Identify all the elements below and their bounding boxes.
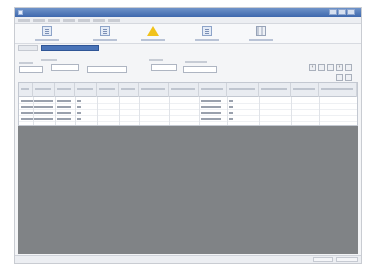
tab-previous[interactable] bbox=[18, 45, 38, 51]
column-header[interactable] bbox=[169, 83, 199, 97]
table-cell bbox=[227, 116, 259, 122]
menu-item[interactable] bbox=[108, 19, 120, 22]
column-divider bbox=[139, 97, 140, 125]
column-header[interactable] bbox=[291, 83, 319, 97]
filter-panel: ‹ › bbox=[15, 56, 361, 82]
table-cell bbox=[97, 116, 119, 122]
column-divider bbox=[119, 97, 120, 125]
table-cell bbox=[259, 116, 291, 122]
app-icon bbox=[18, 10, 23, 15]
column-header[interactable] bbox=[97, 83, 119, 97]
page-button[interactable] bbox=[318, 64, 325, 71]
column-header[interactable] bbox=[139, 83, 169, 97]
menu-item[interactable] bbox=[63, 19, 75, 22]
table-cell bbox=[319, 116, 357, 122]
column-header[interactable] bbox=[259, 83, 291, 97]
document-icon bbox=[100, 26, 110, 36]
column-header[interactable] bbox=[75, 83, 97, 97]
column-header[interactable] bbox=[227, 83, 259, 97]
table-row[interactable] bbox=[19, 116, 357, 122]
document-icon bbox=[202, 26, 212, 36]
table-cell bbox=[33, 116, 55, 122]
grid-icon bbox=[256, 26, 266, 36]
menu-item[interactable] bbox=[78, 19, 90, 22]
filter-input[interactable] bbox=[87, 66, 127, 73]
column-divider bbox=[199, 97, 200, 125]
table-cell bbox=[119, 116, 139, 122]
toolbar-button-label bbox=[89, 38, 121, 41]
toolbar-button-label bbox=[31, 38, 63, 41]
close-button[interactable] bbox=[347, 9, 355, 15]
status-cell bbox=[336, 257, 358, 262]
empty-area bbox=[18, 126, 358, 254]
title-bar[interactable] bbox=[15, 8, 361, 17]
column-divider bbox=[259, 97, 260, 125]
data-table bbox=[18, 82, 358, 126]
action-button[interactable] bbox=[345, 74, 352, 81]
toolbar-button-label bbox=[137, 38, 169, 41]
tab-selected[interactable] bbox=[41, 45, 99, 51]
filter-input[interactable] bbox=[19, 66, 43, 73]
page-button[interactable] bbox=[345, 64, 352, 71]
status-bar bbox=[15, 255, 361, 263]
minimize-button[interactable] bbox=[329, 9, 337, 15]
column-header[interactable] bbox=[119, 83, 139, 97]
column-divider bbox=[291, 97, 292, 125]
status-cell bbox=[313, 257, 333, 262]
column-divider bbox=[97, 97, 98, 125]
column-divider bbox=[319, 97, 320, 125]
table-cell bbox=[19, 116, 35, 122]
table-cell bbox=[75, 116, 97, 122]
next-button[interactable]: › bbox=[336, 64, 343, 71]
toolbar-button-3[interactable] bbox=[137, 25, 169, 43]
toolbar-button-4[interactable] bbox=[191, 25, 223, 43]
table-header bbox=[19, 83, 357, 97]
menu-item[interactable] bbox=[33, 19, 45, 22]
column-header[interactable] bbox=[319, 83, 357, 97]
date-field[interactable] bbox=[183, 66, 217, 73]
document-icon bbox=[42, 26, 52, 36]
toolbar-button-label bbox=[245, 38, 277, 41]
menu-item[interactable] bbox=[93, 19, 105, 22]
page-button[interactable] bbox=[327, 64, 334, 71]
column-header[interactable] bbox=[55, 83, 75, 97]
column-header[interactable] bbox=[33, 83, 55, 97]
toolbar-button-2[interactable] bbox=[89, 25, 121, 43]
column-divider bbox=[55, 97, 56, 125]
screen: ‹ › bbox=[0, 0, 366, 266]
toolbar-button-5[interactable] bbox=[245, 25, 277, 43]
table-cell bbox=[139, 116, 169, 122]
filter-input[interactable] bbox=[151, 64, 177, 71]
previous-button[interactable]: ‹ bbox=[309, 64, 316, 71]
table-cell bbox=[55, 116, 75, 122]
filter-input[interactable] bbox=[51, 64, 79, 71]
menu-bar bbox=[15, 17, 361, 24]
table-cell bbox=[199, 116, 227, 122]
toolbar bbox=[15, 24, 361, 44]
column-divider bbox=[75, 97, 76, 125]
warning-icon bbox=[147, 26, 159, 36]
column-header[interactable] bbox=[199, 83, 227, 97]
toolbar-button-label bbox=[191, 38, 223, 41]
maximize-button[interactable] bbox=[338, 9, 346, 15]
action-button[interactable] bbox=[336, 74, 343, 81]
application-window: ‹ › bbox=[14, 7, 362, 264]
menu-item[interactable] bbox=[18, 19, 30, 22]
table-cell bbox=[291, 116, 319, 122]
column-divider bbox=[169, 97, 170, 125]
column-divider bbox=[33, 97, 34, 125]
menu-item[interactable] bbox=[48, 19, 60, 22]
tab-row bbox=[15, 44, 361, 52]
column-header[interactable] bbox=[19, 83, 33, 97]
column-divider bbox=[227, 97, 228, 125]
table-cell bbox=[169, 116, 199, 122]
toolbar-button-1[interactable] bbox=[31, 25, 63, 43]
